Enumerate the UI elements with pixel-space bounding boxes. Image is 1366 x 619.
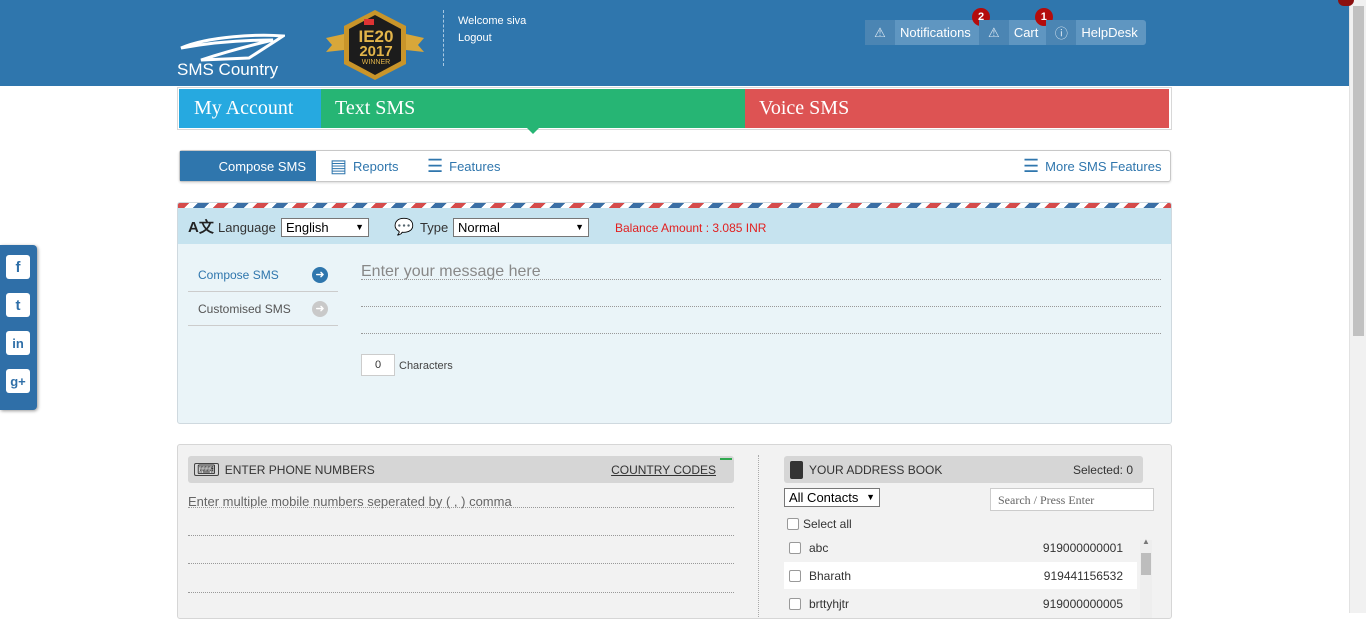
subnav-compose-sms[interactable]: Compose SMS (180, 151, 316, 181)
contact-checkbox[interactable] (789, 569, 801, 582)
keyboard-icon: ⌨ (194, 463, 219, 476)
google-plus-icon[interactable]: g+ (6, 369, 30, 393)
subnav-reports[interactable]: ▤ Reports (330, 151, 399, 181)
notifications-button[interactable]: ⚠ Notifications 2 (865, 8, 990, 45)
helpdesk-button[interactable]: ⓘ HelpDesk (1046, 20, 1146, 45)
contact-name: brttyhjtr (809, 596, 850, 611)
menu-compose-label: Compose SMS (198, 267, 279, 282)
contact-row[interactable]: Bharath 919441156532 (784, 562, 1137, 589)
subnav-more-label: More SMS Features (1045, 158, 1162, 174)
top-header: SMS Country IE20 2017 WINNER Welcome siv… (0, 0, 1366, 86)
scroll-up-icon[interactable]: ▲ (1142, 537, 1150, 546)
address-book-icon (790, 460, 803, 479)
tab-my-account[interactable]: My Account (179, 89, 321, 128)
characters-label: Characters (399, 360, 453, 372)
award-year: 2017 (359, 43, 393, 60)
phone-numbers-header: ⌨ ENTER PHONE NUMBERS COUNTRY CODES (188, 456, 734, 483)
main-tabs: My Account Text SMS Voice SMS (177, 87, 1172, 134)
message-line (361, 279, 1161, 280)
linkedin-icon[interactable]: in (6, 331, 30, 355)
contact-checkbox[interactable] (789, 597, 801, 610)
header-actions: ⚠ Notifications 2 ⚠ Cart 1 ⓘ HelpDesk (865, 8, 1146, 45)
notifications-label: Notifications (900, 25, 971, 40)
warning-icon: ⚠ (865, 20, 895, 45)
menu-compose-sms[interactable]: Compose SMS ➜ (188, 258, 338, 292)
award-sub: WINNER (361, 59, 391, 66)
header-accent (720, 458, 732, 460)
contact-number: 919000000001 (1042, 540, 1123, 555)
balance-amount: Balance Amount : 3.085 INR (615, 221, 767, 235)
phone-numbers-title: ENTER PHONE NUMBERS (224, 462, 375, 477)
cart-button[interactable]: ⚠ Cart 1 (978, 8, 1053, 45)
social-share-bar: f t in g+ (0, 245, 37, 410)
logout-link[interactable]: Logout (458, 32, 492, 44)
character-count: 0 (361, 354, 395, 376)
helpdesk-label: HelpDesk (1081, 25, 1138, 40)
type-select[interactable]: Normal (453, 218, 589, 237)
tab-voice-sms[interactable]: Voice SMS (745, 89, 1169, 128)
facebook-icon[interactable]: f (6, 255, 30, 279)
contacts-scroll-thumb[interactable] (1141, 553, 1151, 575)
recipients-panel: ⌨ ENTER PHONE NUMBERS COUNTRY CODES Ente… (177, 444, 1172, 619)
active-tab-caret (525, 126, 541, 134)
message-line (361, 333, 1161, 334)
page-scroll-thumb[interactable] (1353, 6, 1364, 336)
welcome-text: Welcome siva (458, 15, 527, 27)
arrow-right-icon: ➜ (312, 266, 328, 283)
compose-side-menu: Compose SMS ➜ Customised SMS ➜ (188, 258, 338, 326)
select-all-checkbox[interactable] (787, 518, 799, 530)
reports-icon: ▤ (330, 155, 348, 176)
twitter-icon[interactable]: t (6, 293, 30, 317)
award-badge: IE20 2017 WINNER (322, 8, 428, 80)
contact-number: 919000000005 (1042, 596, 1123, 611)
sub-navigation: Compose SMS ▤ Reports ☰ Features ☰ More … (179, 150, 1171, 182)
subnav-features-label: Features (449, 158, 501, 174)
type-label: Type (420, 220, 449, 235)
contacts-filter-select[interactable]: All Contacts (784, 488, 880, 507)
phone-line (188, 592, 734, 593)
subnav-reports-label: Reports (353, 158, 399, 174)
address-book-header: YOUR ADDRESS BOOK Selected: 0 (784, 456, 1143, 483)
contacts-scrollbar[interactable]: ▲ (1140, 537, 1152, 618)
phone-line (188, 507, 734, 508)
logo-swoosh-icon (180, 33, 285, 62)
address-book-title: YOUR ADDRESS BOOK (809, 462, 943, 477)
list-icon: ☰ (427, 155, 444, 176)
cart-label: Cart (1013, 25, 1039, 40)
arrow-right-icon: ➜ (312, 300, 328, 317)
chat-icon: 💬 (394, 219, 414, 236)
panel-separator (758, 455, 759, 618)
options-bar: A文 Language English 💬 Type Normal Balanc… (178, 208, 1171, 244)
logo-text: SMS Country (177, 60, 279, 79)
contact-number: 919441156532 (1043, 568, 1123, 583)
page-scrollbar[interactable] (1349, 0, 1366, 613)
menu-customised-label: Customised SMS (198, 301, 291, 316)
contact-name: Bharath (809, 568, 852, 583)
list-icon: ☰ (1023, 155, 1040, 176)
header-divider (443, 10, 444, 66)
language-label: Language (218, 220, 276, 235)
phone-line (188, 563, 734, 564)
language-select[interactable]: English (281, 218, 369, 237)
contact-checkbox[interactable] (789, 541, 801, 554)
info-icon: ⓘ (1046, 20, 1077, 45)
sms-country-logo[interactable]: SMS Country (176, 30, 286, 80)
contact-row[interactable]: abc 919000000001 (784, 534, 1137, 561)
contact-search-input[interactable]: Search / Press Enter (990, 488, 1154, 511)
message-line (361, 306, 1161, 307)
warning-icon: ⚠ (978, 20, 1009, 45)
subnav-more-features[interactable]: ☰ More SMS Features (1023, 151, 1161, 181)
select-all-label: Select all (803, 517, 852, 531)
country-codes-link[interactable]: COUNTRY CODES (611, 463, 716, 477)
tab-text-sms[interactable]: Text SMS (321, 89, 745, 128)
language-icon: A文 (188, 219, 214, 236)
select-all-row[interactable]: Select all (787, 517, 852, 531)
subnav-features[interactable]: ☰ Features (427, 151, 500, 181)
compose-panel: A文 Language English 💬 Type Normal Balanc… (177, 202, 1172, 424)
phone-line (188, 535, 734, 536)
contact-name: abc (809, 540, 829, 555)
selected-count: Selected: 0 (1072, 462, 1133, 477)
menu-customised-sms[interactable]: Customised SMS ➜ (188, 292, 338, 326)
